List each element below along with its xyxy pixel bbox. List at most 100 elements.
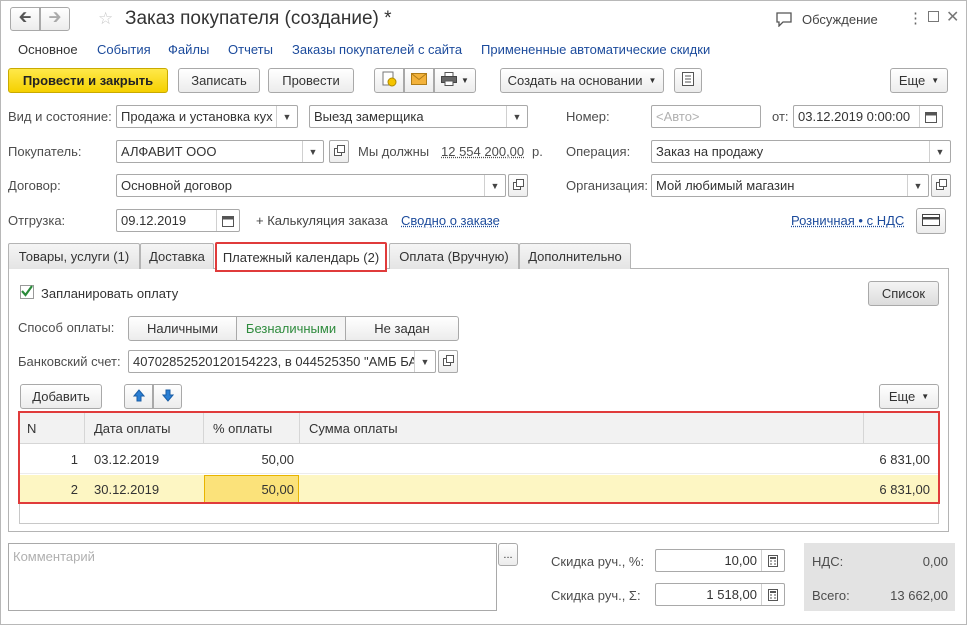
tab-delivery[interactable]: Доставка (140, 243, 214, 269)
buyer-label: Покупатель: (8, 144, 82, 159)
calculation-link[interactable]: + Калькуляция заказа (256, 213, 388, 228)
buyer-open-button[interactable] (329, 140, 349, 163)
shipment-label: Отгрузка: (8, 213, 66, 228)
org-open-button[interactable] (931, 174, 951, 197)
calculator-icon[interactable] (761, 584, 784, 605)
buyer-field[interactable]: АЛФАВИТ ООО ▼ (116, 140, 324, 163)
discount-percent-label: Скидка руч., %: (551, 554, 645, 569)
vat-value: 0,00 (922, 554, 948, 569)
save-button[interactable]: Записать (178, 68, 260, 93)
discount-sum-label: Скидка руч., Σ: (551, 588, 641, 603)
table-highlight-frame (18, 411, 940, 504)
add-row-button[interactable]: Добавить (20, 384, 102, 409)
favorite-star-icon[interactable]: ☆ (98, 9, 113, 29)
tab-payment-manual[interactable]: Оплата (Вручную) (389, 243, 519, 269)
nav-files[interactable]: Файлы (168, 42, 209, 57)
discount-percent-field[interactable]: 10,00 (655, 549, 785, 572)
nav-events[interactable]: События (97, 42, 151, 57)
owe-amount-link[interactable]: 12 554 200,00 (441, 144, 524, 159)
arrow-up-icon (132, 388, 145, 405)
chevron-down-icon: ▼ (931, 76, 940, 85)
date-value: 03.12.2019 0:00:00 (798, 109, 911, 124)
method-unset-button[interactable]: Не задан (345, 316, 459, 341)
create-based-on-label: Создать на основании (507, 73, 643, 88)
vat-label: НДС: (812, 554, 844, 569)
org-field[interactable]: Мой любимый магазин ▼ (651, 174, 929, 197)
payment-card-button[interactable] (916, 208, 946, 234)
plan-payment-checkbox[interactable] (20, 285, 34, 299)
bank-account-open-button[interactable] (438, 350, 458, 373)
tab-goods[interactable]: Товары, услуги (1) (8, 243, 140, 269)
toolbar-more-button[interactable]: Еще ▼ (890, 68, 948, 93)
payment-method-label: Способ оплаты: (18, 320, 115, 335)
bank-account-field[interactable]: 40702852520120154223, в 044525350 "АМБ Б… (128, 350, 436, 373)
post-button[interactable]: Провести (268, 68, 354, 93)
date-field[interactable]: 03.12.2019 0:00:00 (793, 105, 943, 128)
forward-button[interactable]: 🡲 (40, 7, 70, 31)
window-title: Заказ покупателя (создание) * (125, 8, 392, 29)
chevron-down-icon: ▼ (921, 392, 930, 401)
bank-account-value: 40702852520120154223, в 044525350 "АМБ Б… (133, 354, 414, 369)
comment-placeholder: Комментарий (13, 549, 95, 564)
tab-payment-calendar[interactable]: Платежный календарь (2) (215, 242, 387, 272)
order-summary-link[interactable]: Сводно о заказе (401, 213, 500, 228)
chevron-down-icon: ▼ (461, 76, 469, 85)
operation-value: Заказ на продажу (656, 144, 764, 159)
print-button[interactable]: ▼ (434, 68, 476, 93)
state-kind-field[interactable]: Продажа и установка кух ▼ (116, 105, 298, 128)
nav-auto-discounts[interactable]: Примененные автоматические скидки (481, 42, 710, 57)
discount-sum-field[interactable]: 1 518,00 (655, 583, 785, 606)
document-clock-icon (381, 71, 397, 90)
document-structure-button[interactable] (374, 68, 404, 93)
discussion-icon[interactable] (776, 12, 792, 30)
close-icon[interactable]: ✕ (946, 7, 959, 27)
plan-payment-label[interactable]: Запланировать оплату (41, 286, 178, 301)
move-up-button[interactable] (124, 384, 153, 409)
chevron-down-icon[interactable]: ▼ (276, 106, 297, 127)
chevron-down-icon[interactable]: ▼ (907, 175, 928, 196)
chevron-down-icon[interactable]: ▼ (414, 351, 435, 372)
nav-site-orders[interactable]: Заказы покупателей с сайта (292, 42, 462, 57)
method-cashless-button[interactable]: Безналичными (236, 316, 346, 341)
list-button[interactable]: Список (868, 281, 939, 306)
tab-additional[interactable]: Дополнительно (519, 243, 631, 269)
create-based-on-button[interactable]: Создать на основании ▼ (500, 68, 664, 93)
method-cash-button[interactable]: Наличными (128, 316, 237, 341)
send-email-button[interactable] (404, 68, 434, 93)
chevron-down-icon: ▼ (648, 76, 657, 85)
state-label: Вид и состояние: (8, 109, 112, 124)
operation-field[interactable]: Заказ на продажу ▼ (651, 140, 951, 163)
total-label: Всего: (812, 588, 850, 603)
post-and-close-button[interactable]: Провести и закрыть (8, 68, 168, 93)
comment-expand-button[interactable]: ... (498, 543, 518, 566)
state-status-field[interactable]: Выезд замерщика ▼ (309, 105, 528, 128)
back-button[interactable]: 🡰 (10, 7, 40, 31)
comment-field[interactable]: Комментарий (8, 543, 497, 611)
envelope-icon (411, 73, 427, 88)
open-window-icon (333, 144, 345, 159)
move-down-button[interactable] (153, 384, 182, 409)
chevron-down-icon[interactable]: ▼ (506, 106, 527, 127)
print-form-button[interactable] (674, 68, 702, 93)
state-kind-value: Продажа и установка кух (121, 109, 273, 124)
price-type-link[interactable]: Розничная • с НДС (791, 213, 904, 228)
chevron-down-icon[interactable]: ▼ (484, 175, 505, 196)
buyer-value: АЛФАВИТ ООО (121, 144, 217, 159)
shipment-date-field[interactable]: 09.12.2019 (116, 209, 240, 232)
maximize-icon[interactable] (928, 11, 939, 22)
chevron-down-icon[interactable]: ▼ (929, 141, 950, 162)
chevron-down-icon[interactable]: ▼ (302, 141, 323, 162)
discussion-link[interactable]: Обсуждение (802, 12, 878, 27)
calculator-icon[interactable] (761, 550, 784, 571)
nav-main[interactable]: Основное (18, 42, 78, 57)
discount-sum-value: 1 518,00 (706, 587, 757, 602)
number-field[interactable]: <Авто> (651, 105, 761, 128)
table-more-button[interactable]: Еще ▼ (879, 384, 939, 409)
contract-open-button[interactable] (508, 174, 528, 197)
org-label: Организация: (566, 178, 649, 193)
calendar-icon[interactable] (919, 106, 942, 127)
nav-reports[interactable]: Отчеты (228, 42, 273, 57)
calendar-icon[interactable] (216, 210, 239, 231)
more-vertical-icon[interactable]: ⋮ (908, 9, 923, 27)
contract-field[interactable]: Основной договор ▼ (116, 174, 506, 197)
